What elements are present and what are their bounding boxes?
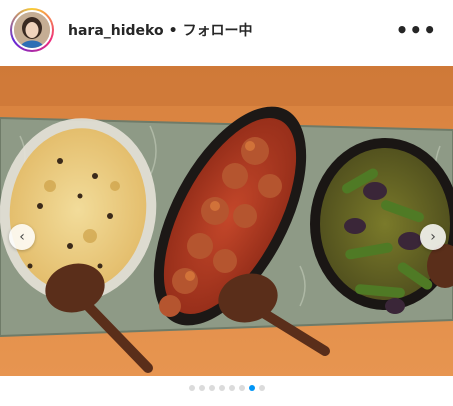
post-header: hara_hideko • フォロー中 ••• — [0, 0, 453, 62]
pagination-dot — [248, 385, 255, 391]
pagination-dot — [218, 385, 225, 391]
username-row: hara_hideko • フォロー中 — [68, 20, 253, 40]
pagination-dot — [258, 385, 265, 391]
pagination-dot — [208, 385, 215, 391]
food-photo-image — [0, 66, 453, 376]
separator-dot: • — [168, 23, 178, 39]
pagination-dot — [238, 385, 245, 391]
post-photo[interactable] — [0, 66, 453, 376]
pagination-dot — [228, 385, 235, 391]
carousel-prev-button[interactable]: ‹ — [9, 224, 35, 250]
avatar[interactable] — [12, 10, 52, 50]
username-link[interactable]: hara_hideko — [68, 23, 164, 39]
more-options-icon[interactable]: ••• — [396, 18, 437, 42]
avatar-story-ring[interactable] — [10, 8, 54, 52]
carousel-next-button[interactable]: › — [420, 224, 446, 250]
pagination-dot — [198, 385, 205, 391]
following-button[interactable]: フォロー中 — [183, 23, 253, 39]
pagination-dot — [188, 385, 195, 391]
carousel-pagination — [0, 385, 453, 391]
